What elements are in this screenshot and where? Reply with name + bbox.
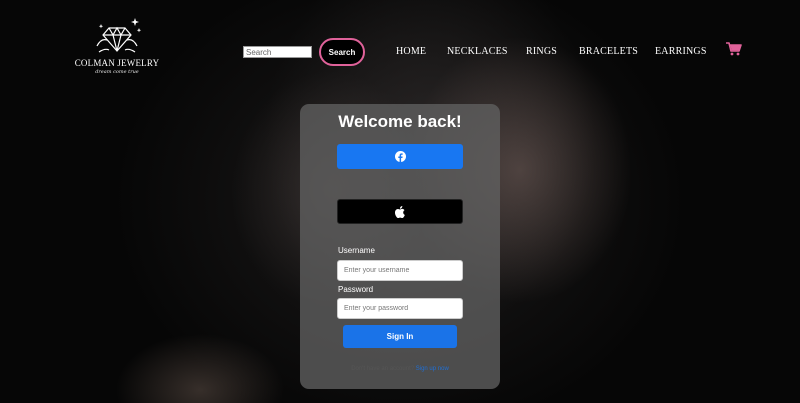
nav-bracelets[interactable]: BRACELETS xyxy=(579,46,638,57)
sign-in-button[interactable]: Sign In xyxy=(343,325,457,348)
facebook-icon xyxy=(394,151,406,162)
nav-rings[interactable]: RINGS xyxy=(526,46,557,57)
username-field[interactable] xyxy=(337,260,463,281)
cart-button[interactable] xyxy=(726,42,742,61)
sign-up-link[interactable]: Sign up now xyxy=(416,366,449,372)
brand-tagline: dream come true xyxy=(95,69,139,75)
cart-icon xyxy=(726,42,742,56)
signup-prompt: Don't have an account? Sign up now xyxy=(300,366,500,372)
password-field[interactable] xyxy=(337,298,463,319)
no-account-text: Don't have an account? xyxy=(351,366,415,372)
search-input[interactable] xyxy=(243,46,312,58)
brand-logo[interactable]: COLMAN JEWELRY dream come true xyxy=(74,16,160,75)
login-title: Welcome back! xyxy=(338,112,462,131)
nav-necklaces[interactable]: NECKLACES xyxy=(447,46,508,57)
login-card: Welcome back! Username Password Sign In … xyxy=(300,104,500,389)
facebook-login-button[interactable] xyxy=(337,144,463,169)
apple-login-button[interactable] xyxy=(337,199,463,224)
username-label: Username xyxy=(338,246,375,255)
diamond-icon xyxy=(96,18,142,53)
nav-earrings[interactable]: EARRINGS xyxy=(655,46,707,57)
brand-name: COLMAN JEWELRY xyxy=(74,58,160,68)
nav-home[interactable]: HOME xyxy=(396,46,426,57)
search-button[interactable]: Search xyxy=(319,38,365,66)
apple-icon xyxy=(395,205,405,218)
password-label: Password xyxy=(338,285,374,294)
